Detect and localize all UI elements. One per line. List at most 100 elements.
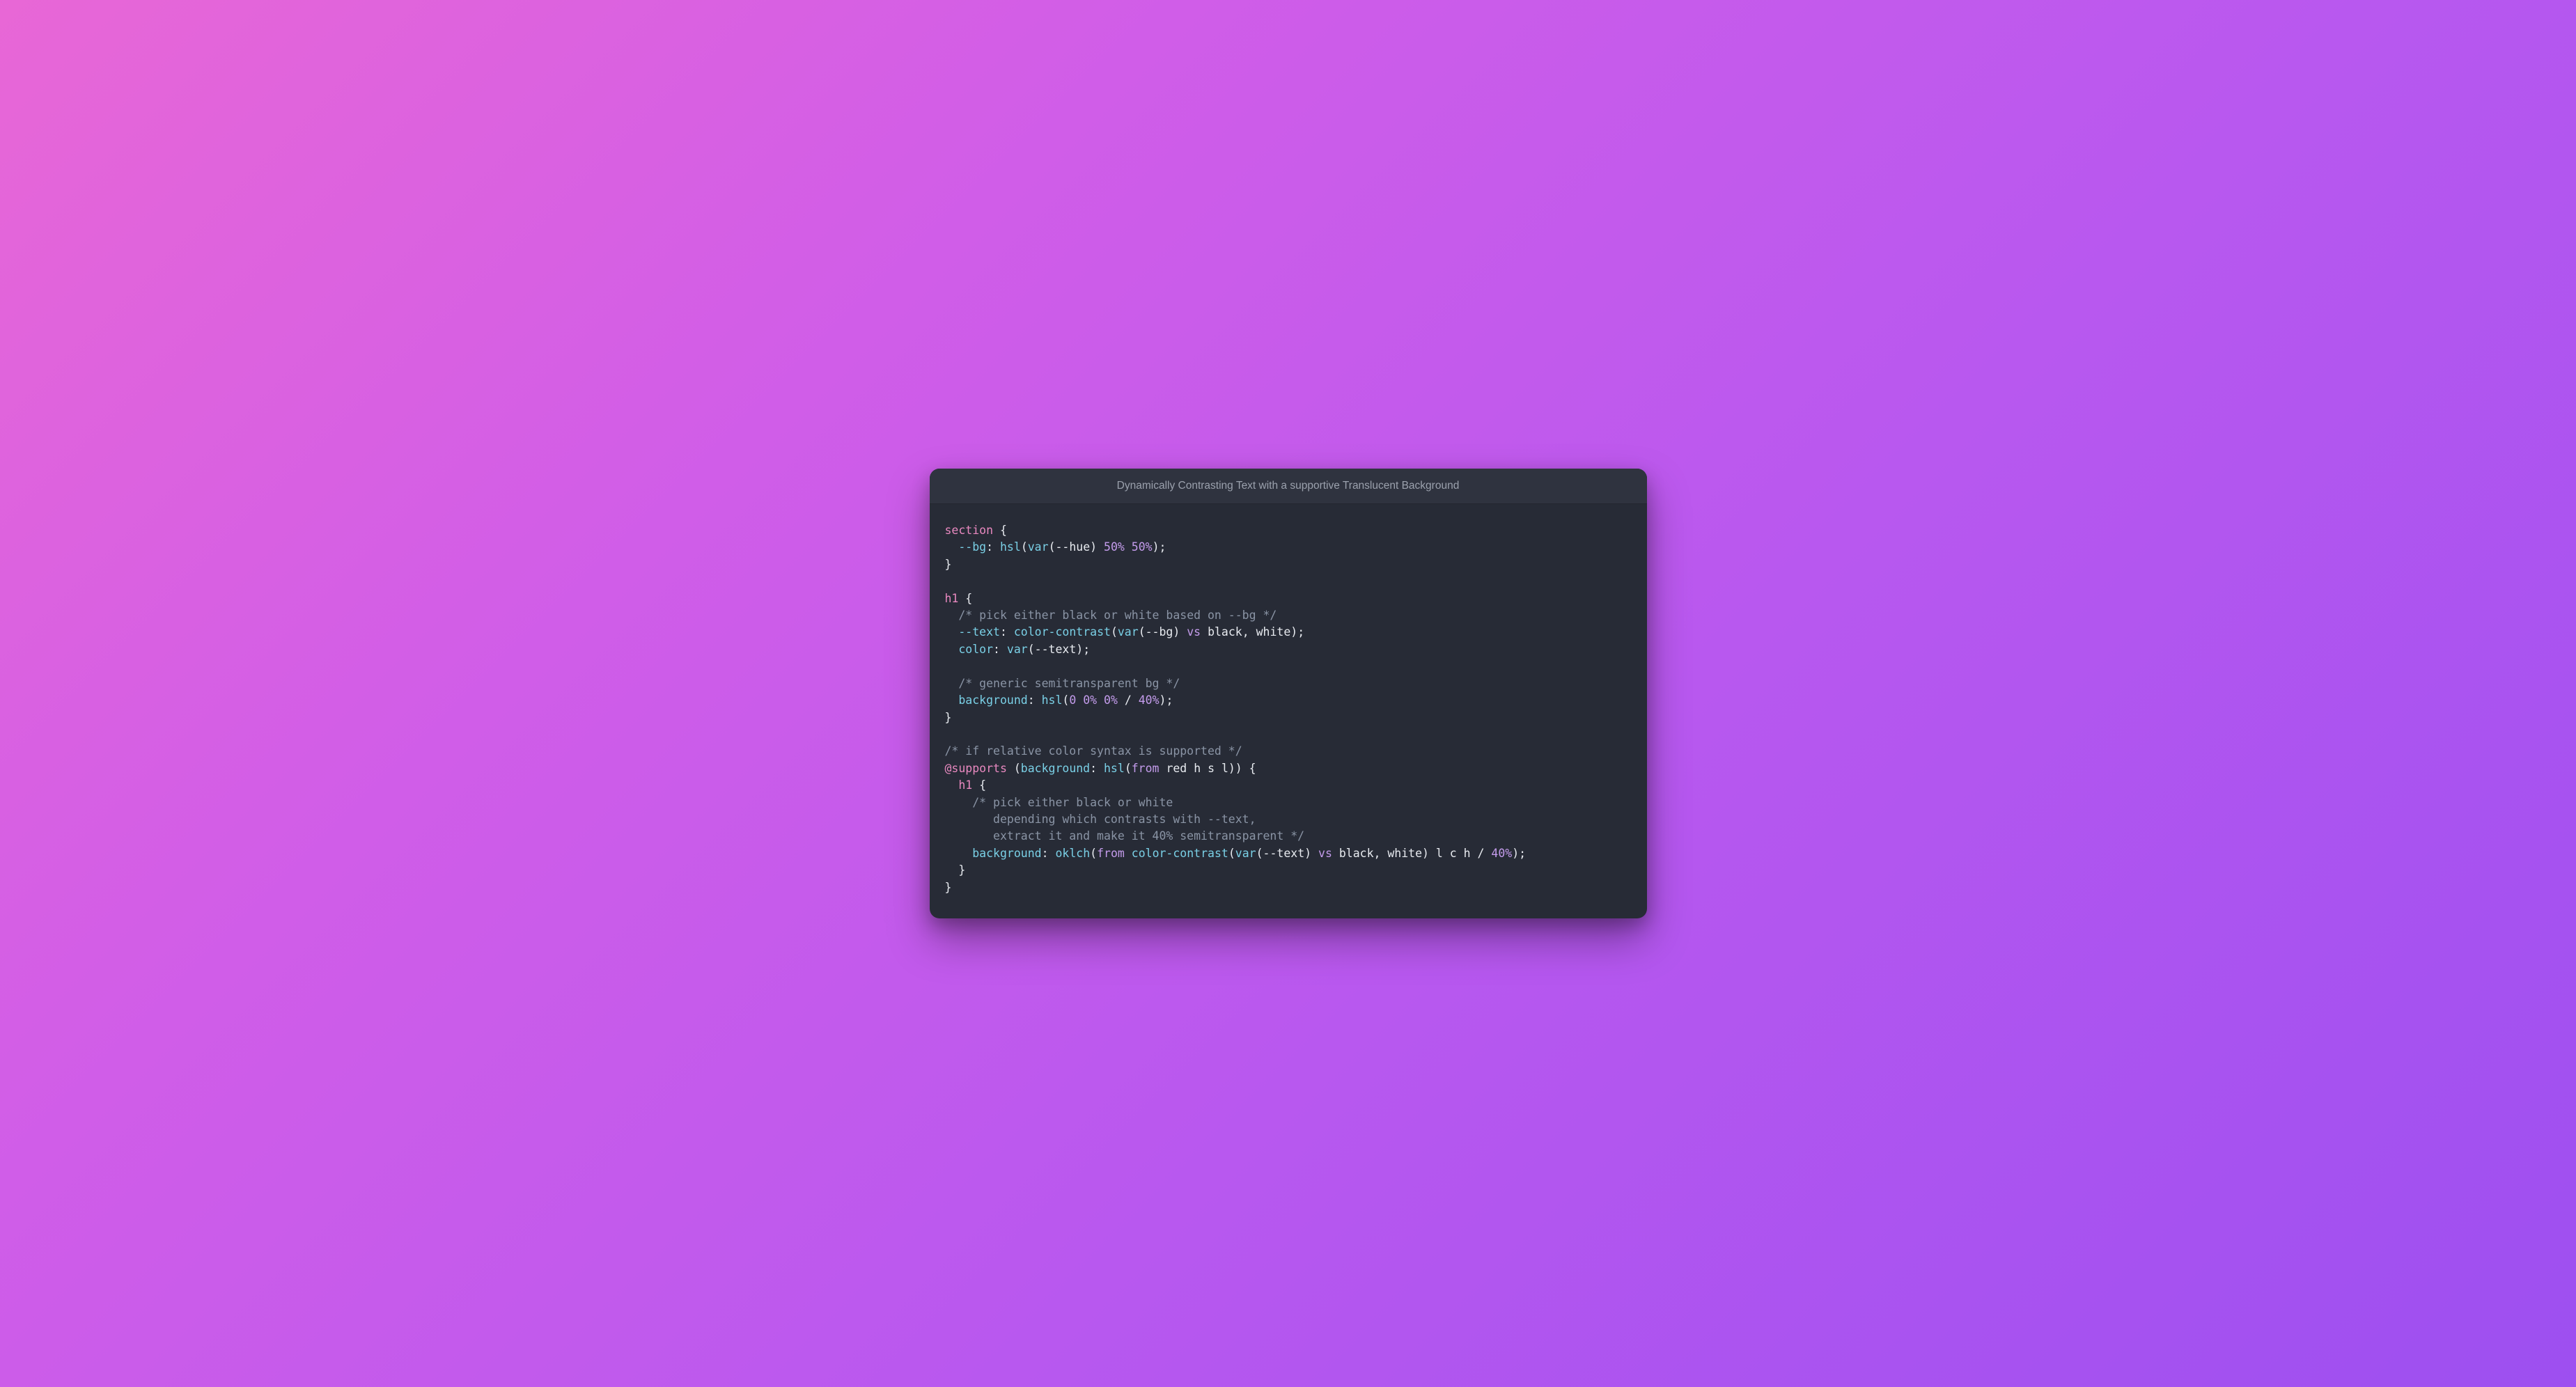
identifier: black	[1339, 847, 1374, 860]
space	[1125, 847, 1132, 860]
identifier: --hue	[1056, 540, 1091, 554]
at-rule: @supports	[945, 762, 1007, 775]
paren: );	[1290, 625, 1304, 638]
brace: {	[958, 592, 972, 605]
identifier: h	[1464, 847, 1471, 860]
code-window: Dynamically Contrasting Text with a supp…	[930, 469, 1647, 918]
comma: ,	[1242, 625, 1256, 638]
function: var	[1007, 643, 1028, 656]
function: hsl	[1042, 694, 1063, 707]
identifier: h	[1194, 762, 1201, 775]
identifier: l	[1436, 847, 1443, 860]
number: 0%	[1104, 694, 1118, 707]
paren: );	[1153, 540, 1166, 554]
paren: (	[1125, 762, 1132, 775]
brace: }	[945, 711, 952, 724]
function: hsl	[1104, 762, 1125, 775]
colon: :	[1028, 694, 1042, 707]
brace: }	[945, 881, 952, 894]
slash: /	[1118, 694, 1139, 707]
comment: /* if relative color syntax is supported…	[945, 744, 1242, 758]
colon: :	[993, 643, 1007, 656]
paren: (	[1139, 625, 1146, 638]
selector: h1	[958, 778, 972, 792]
space	[1443, 847, 1450, 860]
space	[1332, 847, 1339, 860]
space	[1160, 762, 1166, 775]
paren: (	[1062, 694, 1069, 707]
identifier: s	[1208, 762, 1215, 775]
function: hsl	[1000, 540, 1021, 554]
keyword: vs	[1318, 847, 1332, 860]
selector: h1	[945, 592, 959, 605]
identifier: l	[1221, 762, 1228, 775]
property: background	[958, 694, 1027, 707]
colon: :	[1042, 847, 1056, 860]
function: var	[1118, 625, 1139, 638]
function: color-contrast	[1132, 847, 1228, 860]
comma: ,	[1374, 847, 1388, 860]
window-title: Dynamically Contrasting Text with a supp…	[930, 469, 1647, 504]
paren: )	[1304, 847, 1318, 860]
colon: :	[1090, 762, 1104, 775]
identifier: black	[1208, 625, 1242, 638]
function: var	[1235, 847, 1256, 860]
space	[1201, 762, 1208, 775]
paren: )	[1173, 625, 1187, 638]
paren: (	[1111, 625, 1118, 638]
colon: :	[986, 540, 1000, 554]
identifier: red	[1166, 762, 1187, 775]
property: --bg	[958, 540, 986, 554]
paren: (	[1228, 847, 1235, 860]
property: background	[972, 847, 1041, 860]
paren: );	[1512, 847, 1526, 860]
property: --text	[958, 625, 1000, 638]
function: var	[1028, 540, 1049, 554]
space	[1187, 762, 1194, 775]
number: 40%	[1491, 847, 1512, 860]
comment: /* pick either black or white based on -…	[958, 609, 1277, 622]
paren: )) {	[1228, 762, 1256, 775]
slash: /	[1471, 847, 1492, 860]
paren: );	[1160, 694, 1173, 707]
number: 0%	[1083, 694, 1097, 707]
space	[1215, 762, 1221, 775]
function: oklch	[1055, 847, 1090, 860]
paren: (	[1049, 540, 1056, 554]
space	[1076, 694, 1083, 707]
number: 0	[1069, 694, 1076, 707]
paren: (	[1256, 847, 1263, 860]
paren: )	[1422, 847, 1436, 860]
keyword: from	[1097, 847, 1125, 860]
number: 50%	[1132, 540, 1153, 554]
brace: {	[972, 778, 986, 792]
identifier: c	[1450, 847, 1457, 860]
paren: )	[1090, 540, 1104, 554]
space	[1201, 625, 1208, 638]
number: 40%	[1139, 694, 1160, 707]
space	[1125, 540, 1132, 554]
property: color	[958, 643, 993, 656]
identifier: white	[1256, 625, 1291, 638]
paren: (	[1021, 540, 1028, 554]
number: 50%	[1104, 540, 1125, 554]
paren: (	[1028, 643, 1035, 656]
comment: /* generic semitransparent bg */	[958, 677, 1180, 690]
brace: {	[993, 524, 1007, 537]
identifier: --text	[1263, 847, 1305, 860]
function: color-contrast	[1014, 625, 1111, 638]
colon: :	[1000, 625, 1014, 638]
property: background	[1021, 762, 1090, 775]
paren: );	[1076, 643, 1090, 656]
comment: /* pick either black or white depending …	[945, 796, 1305, 843]
brace: }	[945, 558, 952, 571]
keyword: from	[1132, 762, 1160, 775]
code-block: section { --bg: hsl(var(--hue) 50% 50%);…	[930, 504, 1647, 918]
brace: }	[958, 863, 965, 877]
space	[1457, 847, 1464, 860]
identifier: white	[1387, 847, 1422, 860]
identifier: --bg	[1146, 625, 1173, 638]
selector: section	[945, 524, 994, 537]
paren: (	[1007, 762, 1021, 775]
space	[1097, 694, 1104, 707]
